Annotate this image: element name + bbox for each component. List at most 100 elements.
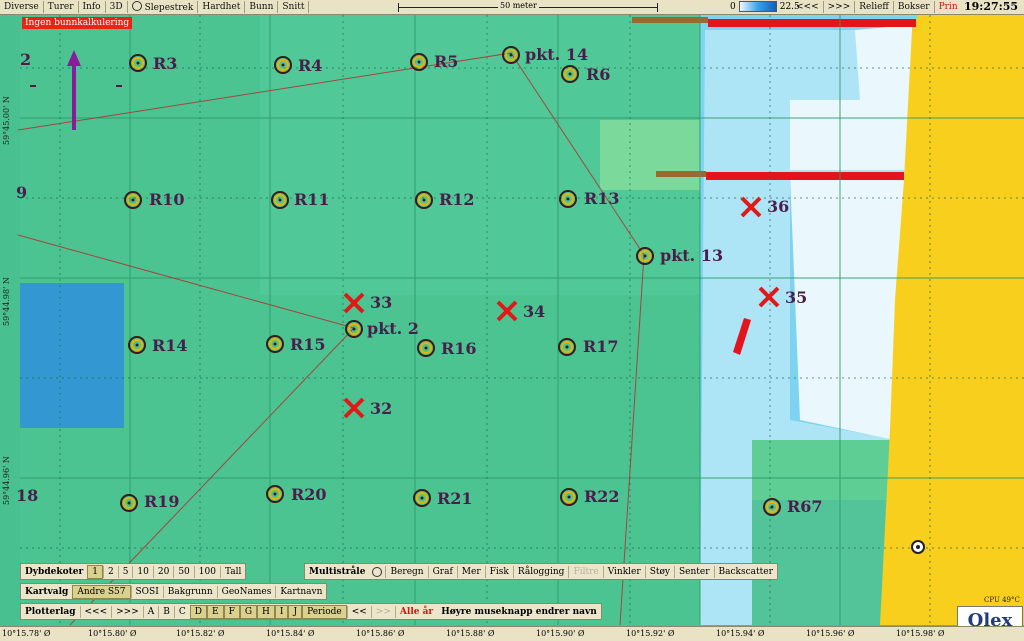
marker-ring-icon[interactable] (415, 191, 433, 209)
marker-ring-icon[interactable] (560, 488, 578, 506)
plotter-next-button[interactable]: >>> (111, 605, 143, 618)
vinkler-button[interactable]: Vinkler (602, 565, 645, 578)
next-button[interactable]: >>> (824, 1, 856, 13)
layer-d-button[interactable]: D (189, 604, 207, 619)
dybdekoter-panel: Dybdekoter 1 2 5 10 20 50 100 Tall (20, 563, 247, 580)
depth-1-button[interactable]: 1 (87, 564, 103, 579)
lat-label: 59°44.98' N (2, 277, 11, 326)
marker-ring-icon[interactable] (763, 498, 781, 516)
marker-label: R4 (298, 56, 323, 75)
layer-a-button[interactable]: A (142, 605, 159, 618)
marker-label: R22 (584, 487, 620, 506)
depth-100-button[interactable]: 100 (193, 565, 220, 578)
clock: 19:27:55 (958, 0, 1024, 14)
right-toolbar: <<< >>> Relieff Bokser Print (792, 0, 967, 14)
marker-label: pkt. 2 (367, 319, 419, 338)
filtre-button[interactable]: Filtre (568, 565, 602, 578)
kartnavn-button[interactable]: Kartnavn (275, 585, 326, 598)
marker-label: R19 (144, 492, 180, 511)
lon-label: 10°15.78' Ø (2, 629, 51, 638)
multistraale-panel: Multistråle Beregn Graf Mer Fisk Råloggi… (304, 563, 778, 580)
marker-ring-icon[interactable] (120, 494, 138, 512)
periode-button[interactable]: Periode (302, 604, 347, 619)
menu-bunn[interactable]: Bunn (245, 1, 279, 13)
marker-ring-icon[interactable] (271, 191, 289, 209)
marker-label: R11 (294, 190, 330, 209)
multistraale-label: Multistråle (309, 566, 366, 577)
marker-ring-icon[interactable] (266, 485, 284, 503)
edge-label: 18 (16, 486, 39, 505)
alle-aar-button[interactable]: Alle år (394, 605, 437, 618)
bakgrunn-button[interactable]: Bakgrunn (162, 585, 217, 598)
marker-ring-icon[interactable] (266, 335, 284, 353)
layer-j-button[interactable]: J (288, 604, 303, 619)
dybdekoter-label: Dybdekoter (25, 566, 84, 577)
menu-diverse[interactable]: Diverse (0, 1, 44, 13)
beregn-button[interactable]: Beregn (385, 565, 427, 578)
geonames-button[interactable]: GeoNames (216, 585, 276, 598)
plotterlag-label: Plotterlag (25, 606, 76, 617)
layer-e-button[interactable]: E (207, 604, 224, 619)
raalogging-button[interactable]: Rålogging (512, 565, 569, 578)
menu-3d[interactable]: 3D (106, 1, 128, 13)
marker-ring-icon[interactable] (417, 339, 435, 357)
stoy-button[interactable]: Støy (644, 565, 674, 578)
marker-label: R6 (586, 65, 611, 84)
depth-10-button[interactable]: 10 (132, 565, 152, 578)
layer-b-button[interactable]: B (158, 605, 174, 618)
marker-ring-icon[interactable] (559, 190, 577, 208)
marker-ring-icon[interactable] (124, 191, 142, 209)
menu-slepestrek[interactable]: Slepestrek (128, 1, 199, 13)
depth-20-button[interactable]: 20 (152, 565, 173, 578)
prev-button[interactable]: <<< (792, 1, 824, 13)
fisk-button[interactable]: Fisk (484, 565, 513, 578)
chart-map[interactable] (0, 15, 1024, 625)
marker-ring-icon[interactable] (413, 489, 431, 507)
andre-s57-button[interactable]: Andre S57 (72, 584, 131, 599)
bokser-button[interactable]: Bokser (894, 1, 935, 13)
cross-label: 36 (767, 197, 790, 216)
relieff-button[interactable]: Relieff (855, 1, 894, 13)
kartvalg-panel: Kartvalg Andre S57 SOSI Bakgrunn GeoName… (20, 583, 328, 600)
marker-ring-icon[interactable] (128, 336, 146, 354)
marker-label: pkt. 14 (525, 45, 589, 64)
menu-turer[interactable]: Turer (44, 1, 79, 13)
menu-hardhet[interactable]: Hardhet (198, 1, 246, 13)
layer-c-button[interactable]: C (173, 605, 190, 618)
marker-ring-icon[interactable] (561, 65, 579, 83)
layer-g-button[interactable]: G (239, 604, 258, 619)
marker-ring-icon[interactable] (636, 247, 654, 265)
menu-info[interactable]: Info (79, 1, 106, 13)
depth-tall-button[interactable]: Tall (219, 565, 245, 578)
marker-label: R3 (153, 54, 178, 73)
cpu-temp: CPU 49°C (984, 596, 1020, 604)
marker-label: R14 (152, 336, 188, 355)
marker-label: R13 (584, 189, 620, 208)
depth-5-button[interactable]: 5 (117, 565, 133, 578)
depth-2-button[interactable]: 2 (102, 565, 118, 578)
layer-h-button[interactable]: H (257, 604, 275, 619)
plotter-prev-button[interactable]: <<< (79, 605, 112, 618)
sosi-button[interactable]: SOSI (130, 585, 163, 598)
graf-button[interactable]: Graf (427, 565, 457, 578)
marker-ring-icon[interactable] (345, 320, 363, 338)
depth-min: 0 (730, 1, 736, 12)
lon-label: 10°15.84' Ø (266, 629, 315, 638)
marker-ring-icon[interactable] (502, 46, 520, 64)
marker-ring-icon[interactable] (129, 54, 147, 72)
marker-ring-icon[interactable] (274, 56, 292, 74)
senter-button[interactable]: Senter (673, 565, 714, 578)
period-prev-button[interactable]: << (346, 605, 371, 618)
backscatter-button[interactable]: Backscatter (713, 565, 777, 578)
marker-ring-icon[interactable] (410, 53, 428, 71)
period-next-button[interactable]: >> (370, 605, 395, 618)
mer-button[interactable]: Mer (456, 565, 485, 578)
layer-i-button[interactable]: I (274, 604, 289, 619)
menu-snitt[interactable]: Snitt (278, 1, 310, 13)
layer-f-button[interactable]: F (223, 604, 240, 619)
lat-label: 59°45.00' N (2, 96, 11, 145)
marker-ring-icon[interactable] (558, 338, 576, 356)
lon-label: 10°15.94' Ø (716, 629, 765, 638)
plotterlag-panel: Plotterlag <<< >>> A B C D E F G H I J P… (20, 603, 602, 620)
depth-50-button[interactable]: 50 (173, 565, 193, 578)
